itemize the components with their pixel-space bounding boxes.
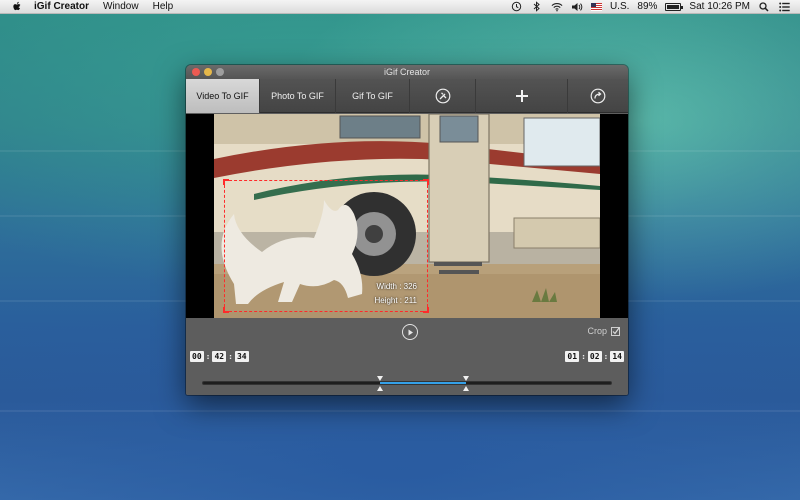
crop-selection[interactable]: Width : 326 Height : 211 xyxy=(223,179,429,313)
menu-bar: iGif Creator Window Help U.S. 89% Sat 10… xyxy=(0,0,800,14)
tab-video-to-gif[interactable]: Video To GIF xyxy=(186,79,260,113)
range-start-handle[interactable] xyxy=(377,376,384,381)
menu-clock[interactable]: Sat 10:26 PM xyxy=(689,1,750,12)
tab-gif-to-gif[interactable]: Gif To GIF xyxy=(336,79,410,113)
timeline-track[interactable] xyxy=(202,376,612,391)
add-button[interactable] xyxy=(476,79,568,113)
tab-photo-to-gif[interactable]: Photo To GIF xyxy=(260,79,336,113)
toolbar: Video To GIF Photo To GIF Gif To GIF xyxy=(186,79,628,113)
tools-icon xyxy=(435,88,450,104)
crop-width-label: Width : 326 xyxy=(376,282,417,291)
battery-icon[interactable] xyxy=(665,2,684,11)
input-source-label[interactable]: U.S. xyxy=(610,1,629,12)
playback-controls: Crop 00 : 42 : 34 01 : 02 : 14 xyxy=(186,318,628,395)
end-time[interactable]: 01 : 02 : 14 xyxy=(565,351,624,362)
wifi-icon[interactable] xyxy=(551,1,563,12)
wallpaper-texture xyxy=(0,410,800,412)
end-hours[interactable]: 01 xyxy=(565,351,580,362)
time-separator: : xyxy=(603,352,609,361)
export-icon xyxy=(590,88,606,104)
battery-percent[interactable]: 89% xyxy=(637,1,657,12)
close-button[interactable] xyxy=(192,68,200,76)
crop-label: Crop xyxy=(587,326,607,336)
volume-icon[interactable] xyxy=(571,1,583,12)
video-preview[interactable]: Width : 326 Height : 211 xyxy=(186,114,628,318)
selected-range[interactable] xyxy=(380,382,467,384)
minimize-button[interactable] xyxy=(204,68,212,76)
us-flag-icon[interactable] xyxy=(590,2,602,11)
crop-checkbox[interactable] xyxy=(611,326,620,336)
menu-window[interactable]: Window xyxy=(103,1,139,12)
igif-creator-window: iGif Creator Video To GIF Photo To GIF G… xyxy=(186,65,628,395)
play-button[interactable] xyxy=(402,324,418,340)
crop-toggle[interactable]: Crop xyxy=(587,326,620,336)
menu-help[interactable]: Help xyxy=(153,1,174,12)
add-icon xyxy=(515,90,528,102)
end-seconds[interactable]: 14 xyxy=(610,351,624,362)
checkmark-icon xyxy=(612,327,620,334)
time-separator: : xyxy=(581,352,586,361)
time-separator: : xyxy=(228,352,233,361)
play-icon xyxy=(408,329,413,335)
time-machine-icon[interactable] xyxy=(511,1,523,12)
time-separator: : xyxy=(205,352,211,361)
window-title: iGif Creator xyxy=(383,67,430,77)
menu-app-name[interactable]: iGif Creator xyxy=(34,1,89,12)
zoom-button[interactable] xyxy=(216,68,224,76)
bluetooth-icon[interactable] xyxy=(531,1,543,12)
video-frame: Width : 326 Height : 211 xyxy=(214,114,600,318)
start-seconds[interactable]: 34 xyxy=(234,351,249,362)
end-minutes[interactable]: 02 xyxy=(587,351,602,362)
spotlight-search-icon[interactable] xyxy=(758,1,770,12)
tools-button[interactable] xyxy=(410,79,476,113)
export-button[interactable] xyxy=(568,79,628,113)
start-minutes[interactable]: 42 xyxy=(212,351,227,362)
range-start-handle[interactable] xyxy=(377,386,384,391)
start-time[interactable]: 00 : 42 : 34 xyxy=(190,351,249,362)
crop-height-label: Height : 211 xyxy=(374,296,417,305)
apple-menu-icon[interactable] xyxy=(12,1,22,12)
window-titlebar[interactable]: iGif Creator xyxy=(186,65,628,79)
start-hours[interactable]: 00 xyxy=(190,351,204,362)
notification-center-icon[interactable] xyxy=(778,1,790,12)
range-end-handle[interactable] xyxy=(463,386,470,391)
range-end-handle[interactable] xyxy=(463,376,470,381)
